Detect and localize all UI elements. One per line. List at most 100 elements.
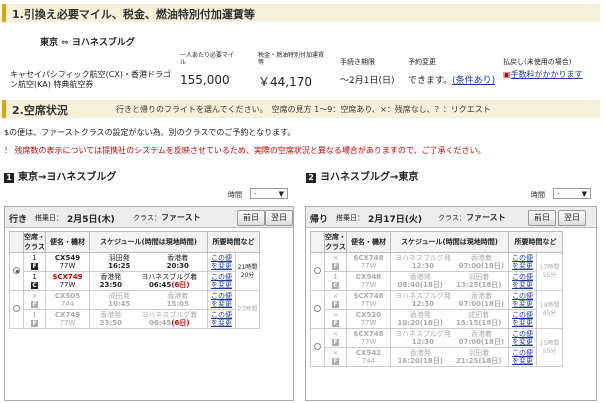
booking-conditions-link[interactable]: (条件あり) [452,76,495,86]
dep-time: 10:20(18日) [397,319,443,327]
col-refund-header: 払戻し(未使用の場合) [503,58,572,66]
inbound-flight-table: 空席・クラス 便名・機材 スケジュール(時間は現地時間) 所要時間など × F $C… [310,231,563,367]
radio-header [9,231,24,253]
seat-cell: × F [324,309,347,329]
step-2-badge: 2 [306,173,316,183]
flight-radio[interactable] [314,305,321,312]
chevron-down-icon: ▼ [581,190,587,198]
change-flight-link[interactable]: この便を変更 [211,273,232,289]
flight-number: $CX749 [52,273,83,281]
dep-place: 香港発 [409,349,431,357]
change-cell: この便を変更 [508,347,537,367]
inbound-next-day-button[interactable]: 翌日 [558,210,586,226]
dep-place: ヨハネスブルグ発 [394,330,451,338]
booking-text: できます。 [408,76,453,86]
seat-cell: 1F [23,252,46,272]
radio-cell [310,328,325,367]
seat-count: × [31,292,38,300]
flight-cell: CX520 77W [346,309,391,329]
change-flight-link[interactable]: この便を変更 [512,292,533,308]
change-cell: この便を変更 [207,252,236,272]
aircraft: 77W [360,281,377,289]
inbound-time-select[interactable]: - ▼ [553,188,591,199]
flight-number: $CX748 [353,254,384,262]
seat-cell: × F [324,347,347,367]
dep-time: 08:40(18日) [397,281,443,289]
first-note-text: $の便は、ファーストクラスの設定がない為、別のクラスでのご予約となります。 [4,128,296,137]
section1-title: 1.引換え必要マイル、税金、燃油特別付加運賃等 [12,8,255,21]
inbound-prev-day-button[interactable]: 前日 [528,210,556,226]
arr-place: ヨハネスブルグ着 [141,311,198,319]
arr-time: 21:25(18日) [456,357,502,365]
change-flight-link[interactable]: この便を変更 [512,254,533,270]
tax-value: ￥44,170 [258,75,312,89]
outbound-next-day-button[interactable]: 翌日 [265,210,293,226]
seat-count: 1 [32,311,37,319]
outbound-prev-day-button[interactable]: 前日 [237,210,265,226]
change-cell: この便を変更 [207,309,236,329]
refund-value: ▣手数料がかかります [503,70,583,80]
flight-number: CX520 [355,311,382,319]
change-flight-link[interactable]: この便を変更 [211,292,232,308]
seat-count: 1 [32,273,37,281]
dep-place: 香港発 [100,311,122,319]
arr-time: 06:45 [149,319,172,327]
change-flight-link[interactable]: この便を変更 [512,273,533,289]
change-flight-link[interactable]: この便を変更 [512,330,533,346]
outbound-header-duration: 所要時間など [207,231,260,253]
seat-cell: 1F [23,309,46,329]
schedule-cell: ヨハネスブルグ発 12:30 香港着 07:00(18日) [390,290,509,310]
aircraft: 77W [360,338,377,346]
seat-cell: 1C [324,271,347,291]
seat-cell: × F [324,290,347,310]
seat-count: × [332,330,339,338]
arr-place: 羽田着 [468,349,490,357]
duration-cell: 21時間20分 [235,252,260,291]
total-duration: 17時間55分 [539,263,560,279]
flight-radio[interactable] [13,267,20,274]
flight-radio[interactable] [314,267,321,274]
flight-radio[interactable] [13,305,20,312]
outbound-flight-table: 空席・クラス 便名・機材 スケジュール(時間は現地時間) 所要時間など 1 F CX… [9,231,260,329]
table-row: 1 F CX549 77W 羽田発 16:25 香港着 20:30 この便を変更 21時間20分 [9,252,260,291]
aircraft: 77W [360,319,377,327]
radio-cell [9,290,24,329]
schedule-cell: 香港発 23:50 ヨハネスブルグ着 06:45(6日) [89,309,208,329]
change-flight-link[interactable]: この便を変更 [512,311,533,327]
route-from: 東京 [40,38,59,48]
outbound-time-value: - [254,190,257,198]
dep-place: 香港発 [409,311,431,319]
refund-fee-link[interactable]: 手数料がかかります [511,70,583,79]
dep-time: 12:30 [411,338,435,346]
inbound-header-flight: 便名・機材 [346,231,391,253]
outbound-date: 2月5日(木) [67,215,115,225]
seat-count: × [332,292,339,300]
flight-radio[interactable] [314,343,321,350]
radio-cell [9,252,24,291]
change-flight-link[interactable]: この便を変更 [211,254,232,270]
change-flight-link[interactable]: この便を変更 [211,311,232,327]
seat-count: × [332,349,339,357]
aircraft: 77W [59,319,76,327]
dep-place: 成田発 [108,292,130,300]
col-deadline-header: 手続き期限 [340,58,375,66]
aircraft: 744 [361,357,376,365]
inbound-date-label: 搭乗日： [336,214,364,222]
aircraft: 77W [360,262,377,270]
flight-cell: CX505 744 [45,290,90,310]
class-code: F [332,339,339,346]
table-row: × F $CX748 77W ヨハネスブルグ発 12:30 香港着 07:00(18日) この便… [310,252,563,291]
outbound-time-select[interactable]: - ▼ [250,188,288,199]
flight-cell: CX549 77W [45,252,90,272]
outbound-class: ファースト [161,213,201,222]
change-flight-link[interactable]: この便を変更 [512,349,533,365]
schedule-cell: 成田発 10:45 香港着 15:05 [89,290,208,310]
outbound-heading: 1 東京→ヨハネスブルグ [4,168,116,183]
section2-title: 2.空席状況 [12,104,68,117]
outbound-date-label: 搭乗日： [35,214,63,222]
inbound-header-seat: 空席・クラス [324,231,347,253]
aircraft: 744 [60,300,75,308]
arr-time: 15:05 [166,300,189,308]
outbound-date-bar: 行き 搭乗日： 2月5日(木) クラス： ファースト 前日 翌日 [5,207,293,228]
arr-time: 20:30 [166,262,189,270]
